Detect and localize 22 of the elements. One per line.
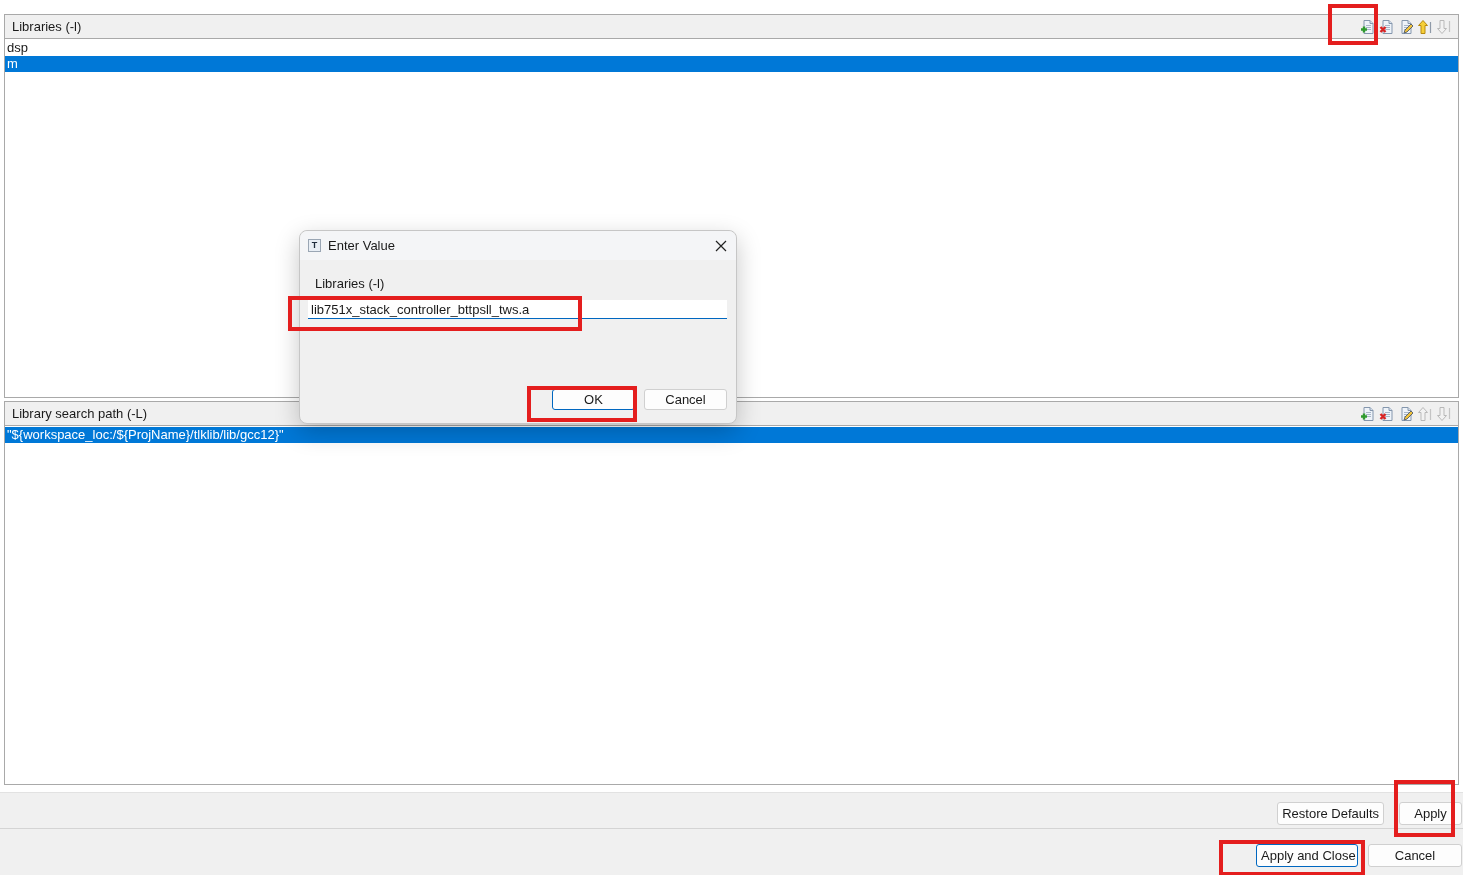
document-pencil-icon[interactable] bbox=[1398, 18, 1414, 35]
app-icon: T bbox=[308, 239, 321, 252]
document-x-icon[interactable] bbox=[1379, 405, 1395, 422]
dialog-title: Enter Value bbox=[328, 238, 396, 253]
text-field[interactable]: lib751x_stack_controller_bttpsll_tws.a bbox=[308, 300, 727, 319]
list-item[interactable]: dsp bbox=[5, 40, 1458, 56]
list-item[interactable]: "${workspace_loc:/${ProjName}/tlklib/lib/gcc12}" bbox=[5, 427, 1458, 443]
push-button[interactable]: Restore Defaults bbox=[1277, 802, 1384, 825]
document-plus-icon[interactable] bbox=[1360, 405, 1376, 422]
push-button[interactable]: Apply and Close bbox=[1256, 844, 1358, 867]
document-pencil-icon[interactable] bbox=[1398, 405, 1414, 422]
list-item[interactable]: m bbox=[5, 56, 1458, 72]
push-button[interactable]: Cancel bbox=[1368, 844, 1462, 867]
document-plus-icon[interactable] bbox=[1360, 18, 1376, 35]
field-label: Libraries (-l) bbox=[315, 276, 386, 291]
arrow-up-icon[interactable] bbox=[1417, 18, 1433, 35]
panel-title: Libraries (-l) bbox=[12, 19, 83, 34]
close-icon[interactable] bbox=[715, 239, 727, 252]
panel-title: Library search path (-L) bbox=[12, 406, 149, 421]
document-x-icon[interactable] bbox=[1379, 18, 1395, 35]
push-button[interactable]: Cancel bbox=[644, 389, 727, 410]
push-button[interactable]: Apply bbox=[1399, 802, 1462, 825]
